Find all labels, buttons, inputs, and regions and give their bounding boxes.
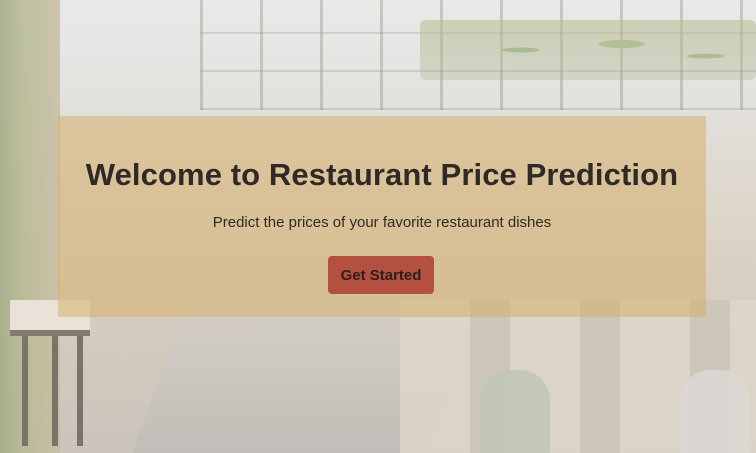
hero-title: Welcome to Restaurant Price Prediction [85,157,679,192]
hero-subtitle: Predict the prices of your favorite rest… [212,214,552,231]
hero-banner: Welcome to Restaurant Price Prediction P… [58,116,706,317]
get-started-button[interactable]: Get Started [328,256,434,294]
